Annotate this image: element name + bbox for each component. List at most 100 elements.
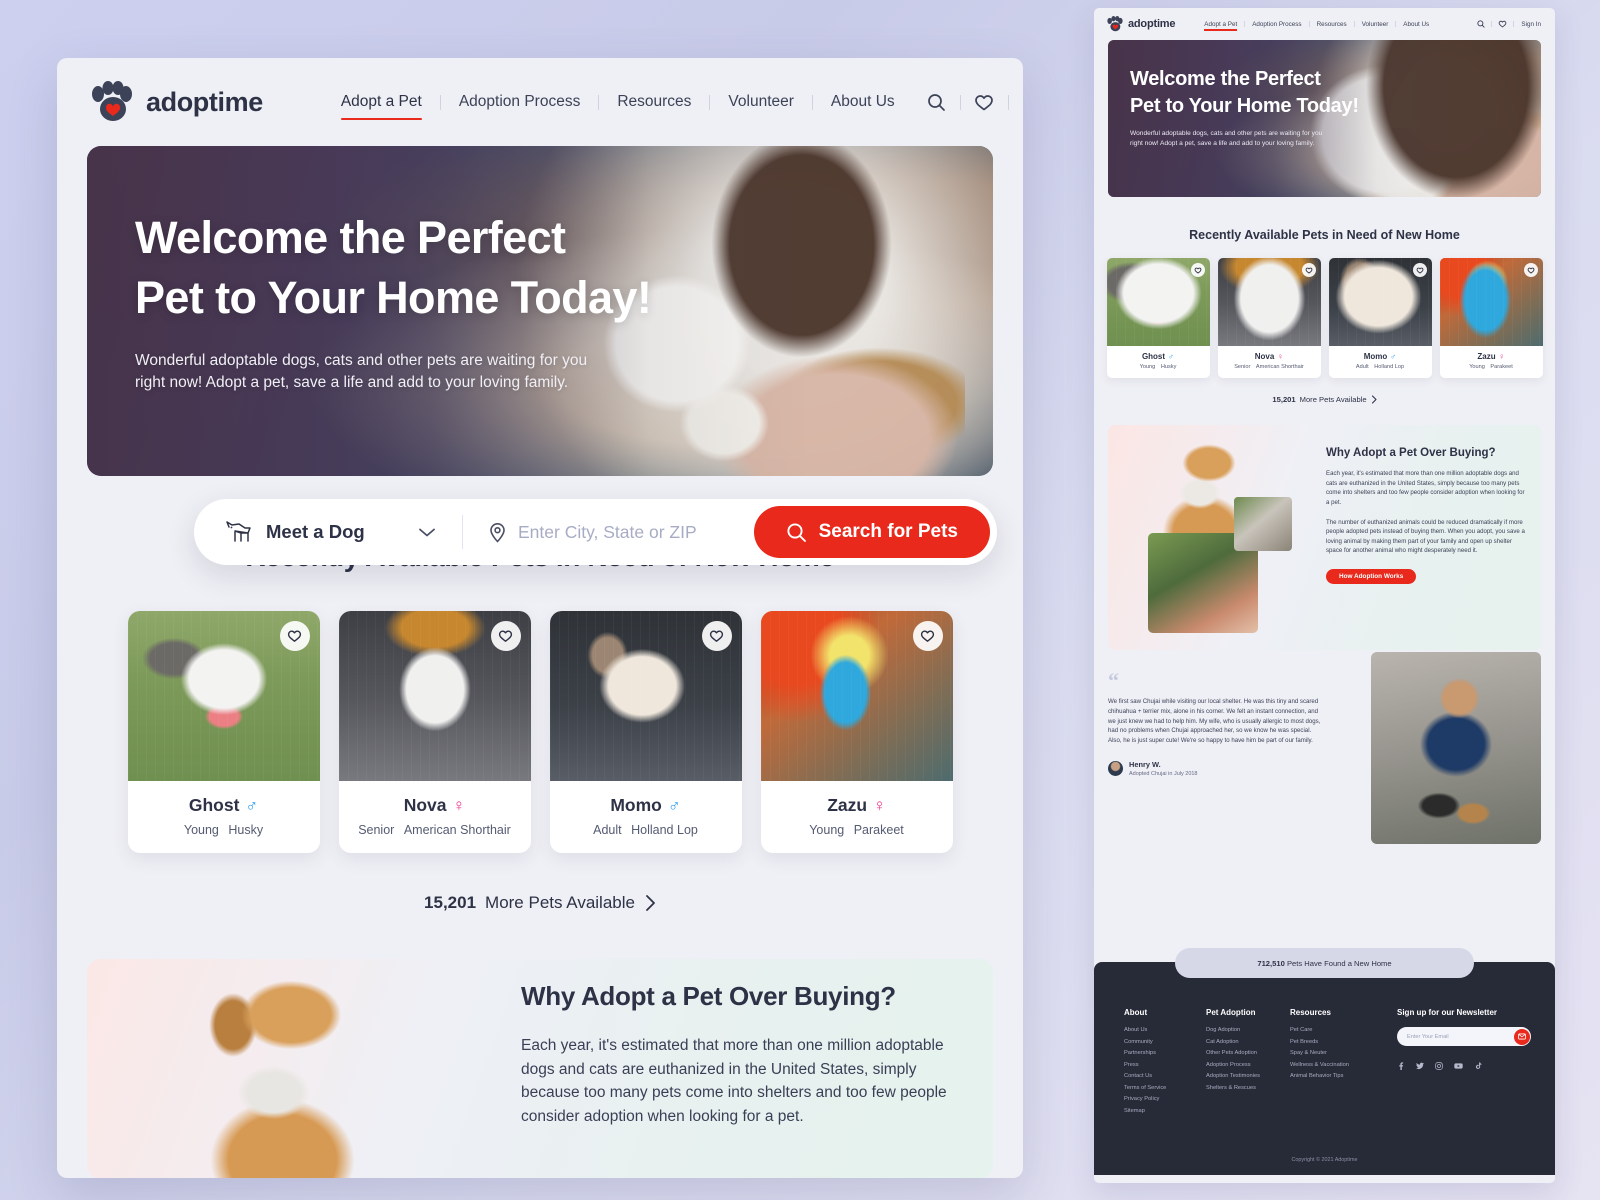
- tiktok-icon[interactable]: [1474, 1062, 1482, 1070]
- more-pets-label: More Pets Available: [485, 893, 635, 912]
- mail-icon: [1517, 1033, 1526, 1040]
- why-adopt-copy: Why Adopt a Pet Over Buying? Each year, …: [1326, 447, 1527, 584]
- nav-item-adopt-a-pet[interactable]: Adopt a Pet: [1197, 21, 1244, 31]
- search-button-label: Search for Pets: [818, 521, 958, 542]
- logo[interactable]: adoptime: [89, 81, 263, 123]
- pet-name: Momo: [610, 795, 662, 815]
- pet-name-row: Nova ♀: [349, 795, 521, 816]
- pet-info: Zazu ♀ Young Parakeet: [1440, 346, 1543, 378]
- footer-link[interactable]: Shelters & Rescues: [1206, 1085, 1290, 1091]
- pet-age: Adult: [593, 823, 622, 837]
- favorite-heart-icon[interactable]: [1523, 263, 1538, 277]
- footer-link[interactable]: Terms of Service: [1124, 1085, 1206, 1091]
- footer-link[interactable]: Press: [1124, 1062, 1206, 1068]
- footer-link[interactable]: Wellness & Vaccination: [1290, 1062, 1386, 1068]
- pet-photo: [127, 611, 320, 781]
- favorite-heart-icon[interactable]: [701, 621, 732, 651]
- search-icon[interactable]: [913, 93, 960, 112]
- newsletter-email-field[interactable]: Enter Your Email: [1397, 1027, 1531, 1046]
- footer-link[interactable]: Animal Behavior Tips: [1290, 1073, 1386, 1079]
- pet-age: Senior: [1234, 364, 1251, 370]
- favorite-heart-icon[interactable]: [1412, 263, 1427, 277]
- nav-item-adoption-process[interactable]: Adoption Process: [441, 93, 599, 111]
- footer-link[interactable]: Pet Care: [1290, 1027, 1386, 1033]
- pet-photo: [1439, 258, 1543, 346]
- favorite-heart-icon[interactable]: [912, 621, 943, 651]
- testimonial-author-name: Henry W.: [1129, 759, 1161, 769]
- pet-card-ghost[interactable]: Ghost ♂ Young Husky: [127, 611, 320, 853]
- favorite-heart-icon[interactable]: [490, 621, 521, 651]
- hero-title-line-2: Pet to Your Home Today!: [1130, 95, 1359, 117]
- footer-link[interactable]: Privacy Policy: [1124, 1096, 1206, 1102]
- pet-info: Nova ♀ Senior American Shorthair: [1218, 346, 1321, 378]
- footer-link[interactable]: Adoption Testimonies: [1206, 1073, 1290, 1079]
- pet-card-ghost[interactable]: Ghost ♂ Young Husky: [1106, 258, 1210, 378]
- pet-card-nova[interactable]: Nova ♀ Senior American Shorthair: [1217, 258, 1321, 378]
- favorite-heart-icon[interactable]: [279, 621, 310, 651]
- pet-card-zazu[interactable]: Zazu ♀ Young Parakeet: [1439, 258, 1543, 378]
- adoption-counter-badge: 712,510 Pets Have Found a New Home: [1175, 948, 1474, 978]
- youtube-icon[interactable]: [1454, 1062, 1463, 1070]
- facebook-icon[interactable]: [1397, 1062, 1405, 1070]
- pet-card-momo[interactable]: Momo ♂ Adult Holland Lop: [549, 611, 742, 853]
- pet-meta: Young Husky: [138, 823, 310, 837]
- sign-in-link[interactable]: Sign In: [1009, 84, 1023, 120]
- nav-item-resources[interactable]: Resources: [1310, 21, 1354, 28]
- pet-name: Nova: [1254, 352, 1275, 361]
- search-for-pets-button[interactable]: Search for Pets: [753, 506, 990, 558]
- pet-info: Momo ♂ Adult Holland Lop: [550, 781, 742, 853]
- footer-link[interactable]: About Us: [1124, 1027, 1206, 1033]
- main-nav: Adopt a Pet Adoption Process Resources V…: [323, 93, 913, 120]
- nav-item-about-us[interactable]: About Us: [813, 93, 913, 111]
- twitter-icon[interactable]: [1416, 1062, 1424, 1070]
- footer-link[interactable]: Pet Breeds: [1290, 1039, 1386, 1045]
- nav-item-adoption-process[interactable]: Adoption Process: [1245, 21, 1308, 28]
- site-footer: About About Us Community Partnerships Pr…: [1094, 962, 1555, 1145]
- copyright-bar: Copyright © 2021 Adoptime: [1094, 1145, 1555, 1175]
- nav-item-resources[interactable]: Resources: [599, 93, 709, 111]
- pet-card-momo[interactable]: Momo ♂ Adult Holland Lop: [1328, 258, 1432, 378]
- footer-link[interactable]: Spay & Neuter: [1290, 1050, 1386, 1056]
- testimonial-section: “ We first saw Chujai while visiting our…: [1108, 652, 1541, 864]
- newsletter-submit-button[interactable]: [1513, 1028, 1530, 1045]
- more-pets-link[interactable]: 15,201 More Pets Available: [1094, 395, 1555, 404]
- footer-heading: Resources: [1290, 1008, 1331, 1017]
- instagram-icon[interactable]: [1435, 1062, 1443, 1070]
- footer-link[interactable]: Dog Adoption: [1206, 1027, 1290, 1033]
- nav-item-about-us[interactable]: About Us: [1396, 21, 1436, 28]
- pet-meta: Senior American Shorthair: [1222, 364, 1317, 370]
- favorite-heart-icon[interactable]: [1190, 263, 1205, 277]
- map-pin-icon: [489, 522, 506, 543]
- footer-link[interactable]: Partnerships: [1124, 1050, 1206, 1056]
- sign-in-link[interactable]: Sign In: [1514, 21, 1541, 28]
- nav-item-volunteer[interactable]: Volunteer: [1355, 21, 1396, 28]
- how-adoption-works-button[interactable]: How Adoption Works: [1326, 569, 1417, 584]
- location-input[interactable]: Enter City, State or ZIP: [463, 522, 754, 543]
- pet-card-zazu[interactable]: Zazu ♀ Young Parakeet: [760, 611, 953, 853]
- pet-type-select[interactable]: Meet a Dog: [194, 499, 462, 565]
- nav-item-adopt-a-pet[interactable]: Adopt a Pet: [323, 93, 440, 120]
- pet-name: Ghost: [1141, 352, 1166, 361]
- footer-link[interactable]: Sitemap: [1124, 1108, 1206, 1114]
- logo-small[interactable]: adoptime: [1106, 16, 1175, 32]
- heart-icon[interactable]: [1492, 20, 1513, 28]
- why-adopt-cat-image: [1234, 497, 1292, 551]
- footer-link[interactable]: Contact Us: [1124, 1073, 1206, 1079]
- hero-title-line-1: Welcome the Perfect: [1130, 68, 1321, 90]
- gender-male-icon: ♂: [667, 796, 681, 815]
- pet-card-nova[interactable]: Nova ♀ Senior American Shorthair: [338, 611, 531, 853]
- heart-icon[interactable]: [960, 93, 1008, 112]
- pets-section-title: Recently Available Pets in Need of New H…: [1189, 228, 1460, 242]
- footer-link[interactable]: Adoption Process: [1206, 1062, 1290, 1068]
- footer-link[interactable]: Community: [1124, 1039, 1206, 1045]
- pet-info: Momo ♂ Adult Holland Lop: [1329, 346, 1432, 378]
- logo-text: adoptime: [1128, 18, 1176, 30]
- footer-link[interactable]: Other Pets Adoption: [1206, 1050, 1290, 1056]
- pet-name: Ghost: [188, 795, 240, 815]
- search-icon[interactable]: [1471, 20, 1491, 28]
- pet-age: Young: [1139, 364, 1156, 370]
- more-pets-link[interactable]: 15,201 More Pets Available: [57, 893, 1023, 913]
- footer-link[interactable]: Cat Adoption: [1206, 1039, 1290, 1045]
- nav-item-volunteer[interactable]: Volunteer: [710, 93, 812, 111]
- favorite-heart-icon[interactable]: [1301, 263, 1316, 277]
